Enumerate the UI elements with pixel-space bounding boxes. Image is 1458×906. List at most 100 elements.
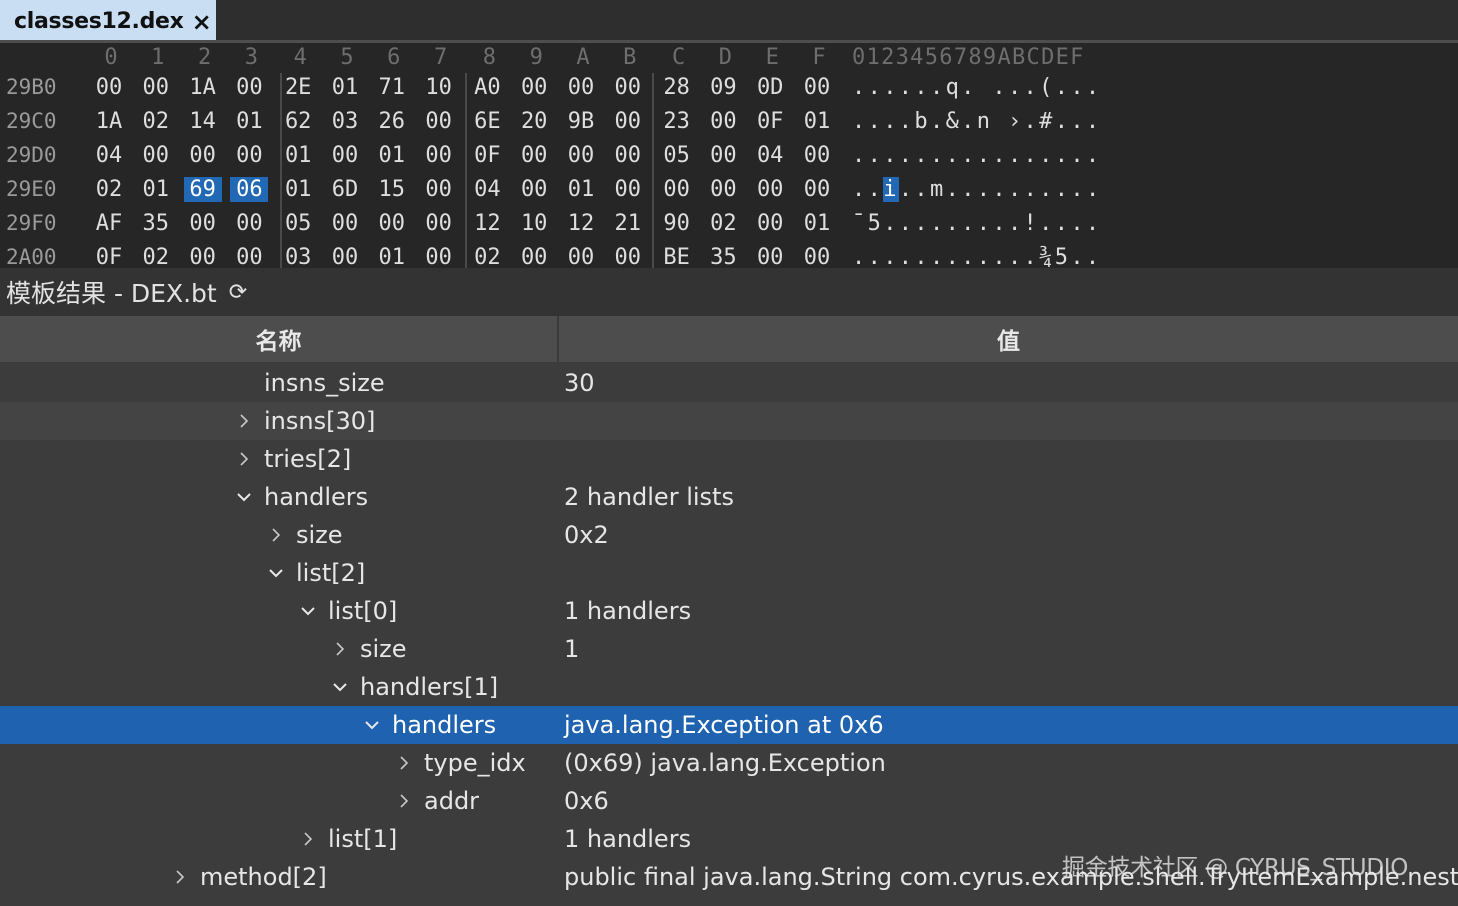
hex-byte[interactable]: 00 xyxy=(609,245,647,268)
hex-byte[interactable]: 00 xyxy=(751,211,789,236)
ascii-text[interactable]: ¯5.........!.... xyxy=(852,211,1102,236)
column-header-value[interactable]: 值 xyxy=(559,316,1458,362)
hex-byte[interactable]: 09 xyxy=(704,75,742,100)
hex-byte[interactable]: 00 xyxy=(230,211,268,236)
hex-byte[interactable]: 00 xyxy=(230,143,268,168)
hex-byte[interactable]: 00 xyxy=(515,75,553,100)
hex-byte[interactable]: 00 xyxy=(515,177,553,202)
hex-byte[interactable]: 00 xyxy=(751,177,789,202)
chevron-right-icon[interactable] xyxy=(328,630,352,668)
hex-byte[interactable]: 00 xyxy=(373,211,411,236)
hex-row[interactable]: 29D0 04 00 00 00 01 00 01 00 0F 00 00 00 05 00 04 00....… xyxy=(0,143,1458,177)
hex-byte[interactable]: 02 xyxy=(468,245,506,268)
hex-row[interactable]: 29B0 00 00 1A 00 2E 01 71 10 A0 00 00 00 28 09 0D 00....… xyxy=(0,75,1458,109)
hex-byte[interactable]: 01 xyxy=(373,245,411,268)
hex-byte[interactable]: 00 xyxy=(515,143,553,168)
hex-byte[interactable]: 69 xyxy=(183,177,222,202)
hex-byte[interactable]: 15 xyxy=(373,177,411,202)
hex-byte[interactable]: 02 xyxy=(137,245,175,268)
hex-byte[interactable]: 01 xyxy=(373,143,411,168)
hex-byte[interactable]: 01 xyxy=(279,143,317,168)
hex-byte[interactable]: 26 xyxy=(373,109,411,134)
hex-row[interactable]: 2A00 0F 02 00 00 03 00 01 00 02 00 00 00 BE 35 00 00....… xyxy=(0,245,1458,268)
hex-byte[interactable]: 03 xyxy=(279,245,317,268)
chevron-down-icon[interactable] xyxy=(232,478,256,516)
hex-byte[interactable]: 00 xyxy=(326,211,364,236)
hex-byte[interactable]: 0F xyxy=(90,245,128,268)
ascii-text[interactable]: ......q. ...(... xyxy=(852,75,1102,100)
tree-row[interactable]: type_idx (0x69) java.lang.Exception xyxy=(0,744,1458,782)
hex-byte[interactable]: 00 xyxy=(420,211,458,236)
hex-row[interactable]: 29F0 AF 35 00 00 05 00 00 00 12 10 12 21 90 02 00 01 ¯5..… xyxy=(0,211,1458,245)
hex-byte[interactable]: 62 xyxy=(279,109,317,134)
tree-row[interactable]: insns_size 30 xyxy=(0,364,1458,402)
hex-byte[interactable]: 28 xyxy=(658,75,696,100)
tree-row[interactable]: addr 0x6 xyxy=(0,782,1458,820)
hex-byte[interactable]: 06 xyxy=(230,177,269,202)
hex-byte[interactable]: A0 xyxy=(468,75,506,100)
hex-byte[interactable]: 21 xyxy=(609,211,647,236)
hex-byte[interactable]: 00 xyxy=(420,143,458,168)
ascii-text[interactable]: ............¾5.. xyxy=(852,245,1102,268)
hex-byte[interactable]: 00 xyxy=(704,177,742,202)
hex-byte[interactable]: 23 xyxy=(658,109,696,134)
hex-byte[interactable]: 00 xyxy=(90,75,128,100)
hex-byte[interactable]: 04 xyxy=(468,177,506,202)
hex-byte[interactable]: 00 xyxy=(798,177,836,202)
hex-byte[interactable]: 01 xyxy=(279,177,317,202)
hex-byte[interactable]: AF xyxy=(90,211,128,236)
ascii-text[interactable]: ................ xyxy=(852,143,1102,168)
hex-byte[interactable]: 00 xyxy=(184,143,222,168)
ascii-text[interactable]: ....b.&.n ›.#... xyxy=(852,109,1102,134)
tree-row[interactable]: handlers java.lang.Exception at 0x6 xyxy=(0,706,1458,744)
tree-row[interactable]: handlers[1] xyxy=(0,668,1458,706)
hex-byte[interactable]: 01 xyxy=(137,177,175,202)
chevron-right-icon[interactable] xyxy=(232,440,256,478)
hex-byte[interactable]: 00 xyxy=(326,143,364,168)
refresh-icon[interactable]: ⟳ xyxy=(229,280,247,305)
hex-byte[interactable]: 00 xyxy=(704,109,742,134)
hex-byte[interactable]: 01 xyxy=(326,75,364,100)
tree-row[interactable]: list[2] xyxy=(0,554,1458,592)
hex-byte[interactable]: 00 xyxy=(230,75,268,100)
hex-byte[interactable]: 00 xyxy=(420,109,458,134)
chevron-down-icon[interactable] xyxy=(296,592,320,630)
hex-byte[interactable]: 35 xyxy=(137,211,175,236)
tree-row[interactable]: tries[2] xyxy=(0,440,1458,478)
hex-byte[interactable]: 12 xyxy=(468,211,506,236)
hex-byte[interactable]: 00 xyxy=(137,75,175,100)
hex-byte[interactable]: 6E xyxy=(468,109,506,134)
hex-byte[interactable]: 20 xyxy=(515,109,553,134)
hex-byte[interactable]: BE xyxy=(658,245,696,268)
hex-byte[interactable]: 01 xyxy=(798,109,836,134)
hex-byte[interactable]: 00 xyxy=(137,143,175,168)
hex-byte[interactable]: 00 xyxy=(609,109,647,134)
hex-byte[interactable]: 00 xyxy=(798,143,836,168)
hex-byte[interactable]: 10 xyxy=(420,75,458,100)
hex-byte[interactable]: 00 xyxy=(609,75,647,100)
chevron-down-icon[interactable] xyxy=(264,554,288,592)
hex-byte[interactable]: 00 xyxy=(326,245,364,268)
hex-byte[interactable]: 6D xyxy=(326,177,364,202)
column-header-name[interactable]: 名称 xyxy=(0,316,557,362)
chevron-down-icon[interactable] xyxy=(360,706,384,744)
chevron-right-icon[interactable] xyxy=(392,782,416,820)
hex-byte[interactable]: 00 xyxy=(704,143,742,168)
tree-row[interactable]: handlers 2 handler lists xyxy=(0,478,1458,516)
hex-byte[interactable]: 12 xyxy=(562,211,600,236)
hex-byte[interactable]: 0D xyxy=(751,75,789,100)
hex-byte[interactable]: 03 xyxy=(326,109,364,134)
chevron-down-icon[interactable] xyxy=(328,668,352,706)
hex-byte[interactable]: 00 xyxy=(751,245,789,268)
hex-byte[interactable]: 00 xyxy=(609,143,647,168)
hex-byte[interactable]: 00 xyxy=(562,245,600,268)
hex-byte[interactable]: 02 xyxy=(704,211,742,236)
hex-byte[interactable]: 00 xyxy=(420,245,458,268)
hex-row[interactable]: 29E0 02 01 69 06 01 6D 15 00 04 00 01 00 00 00 00 00 ..i.… xyxy=(0,177,1458,211)
hex-byte[interactable]: 1A xyxy=(90,109,128,134)
hex-byte[interactable]: 05 xyxy=(658,143,696,168)
hex-byte[interactable]: 00 xyxy=(658,177,696,202)
chevron-right-icon[interactable] xyxy=(232,402,256,440)
chevron-right-icon[interactable] xyxy=(296,820,320,858)
hex-byte[interactable]: 00 xyxy=(230,245,268,268)
